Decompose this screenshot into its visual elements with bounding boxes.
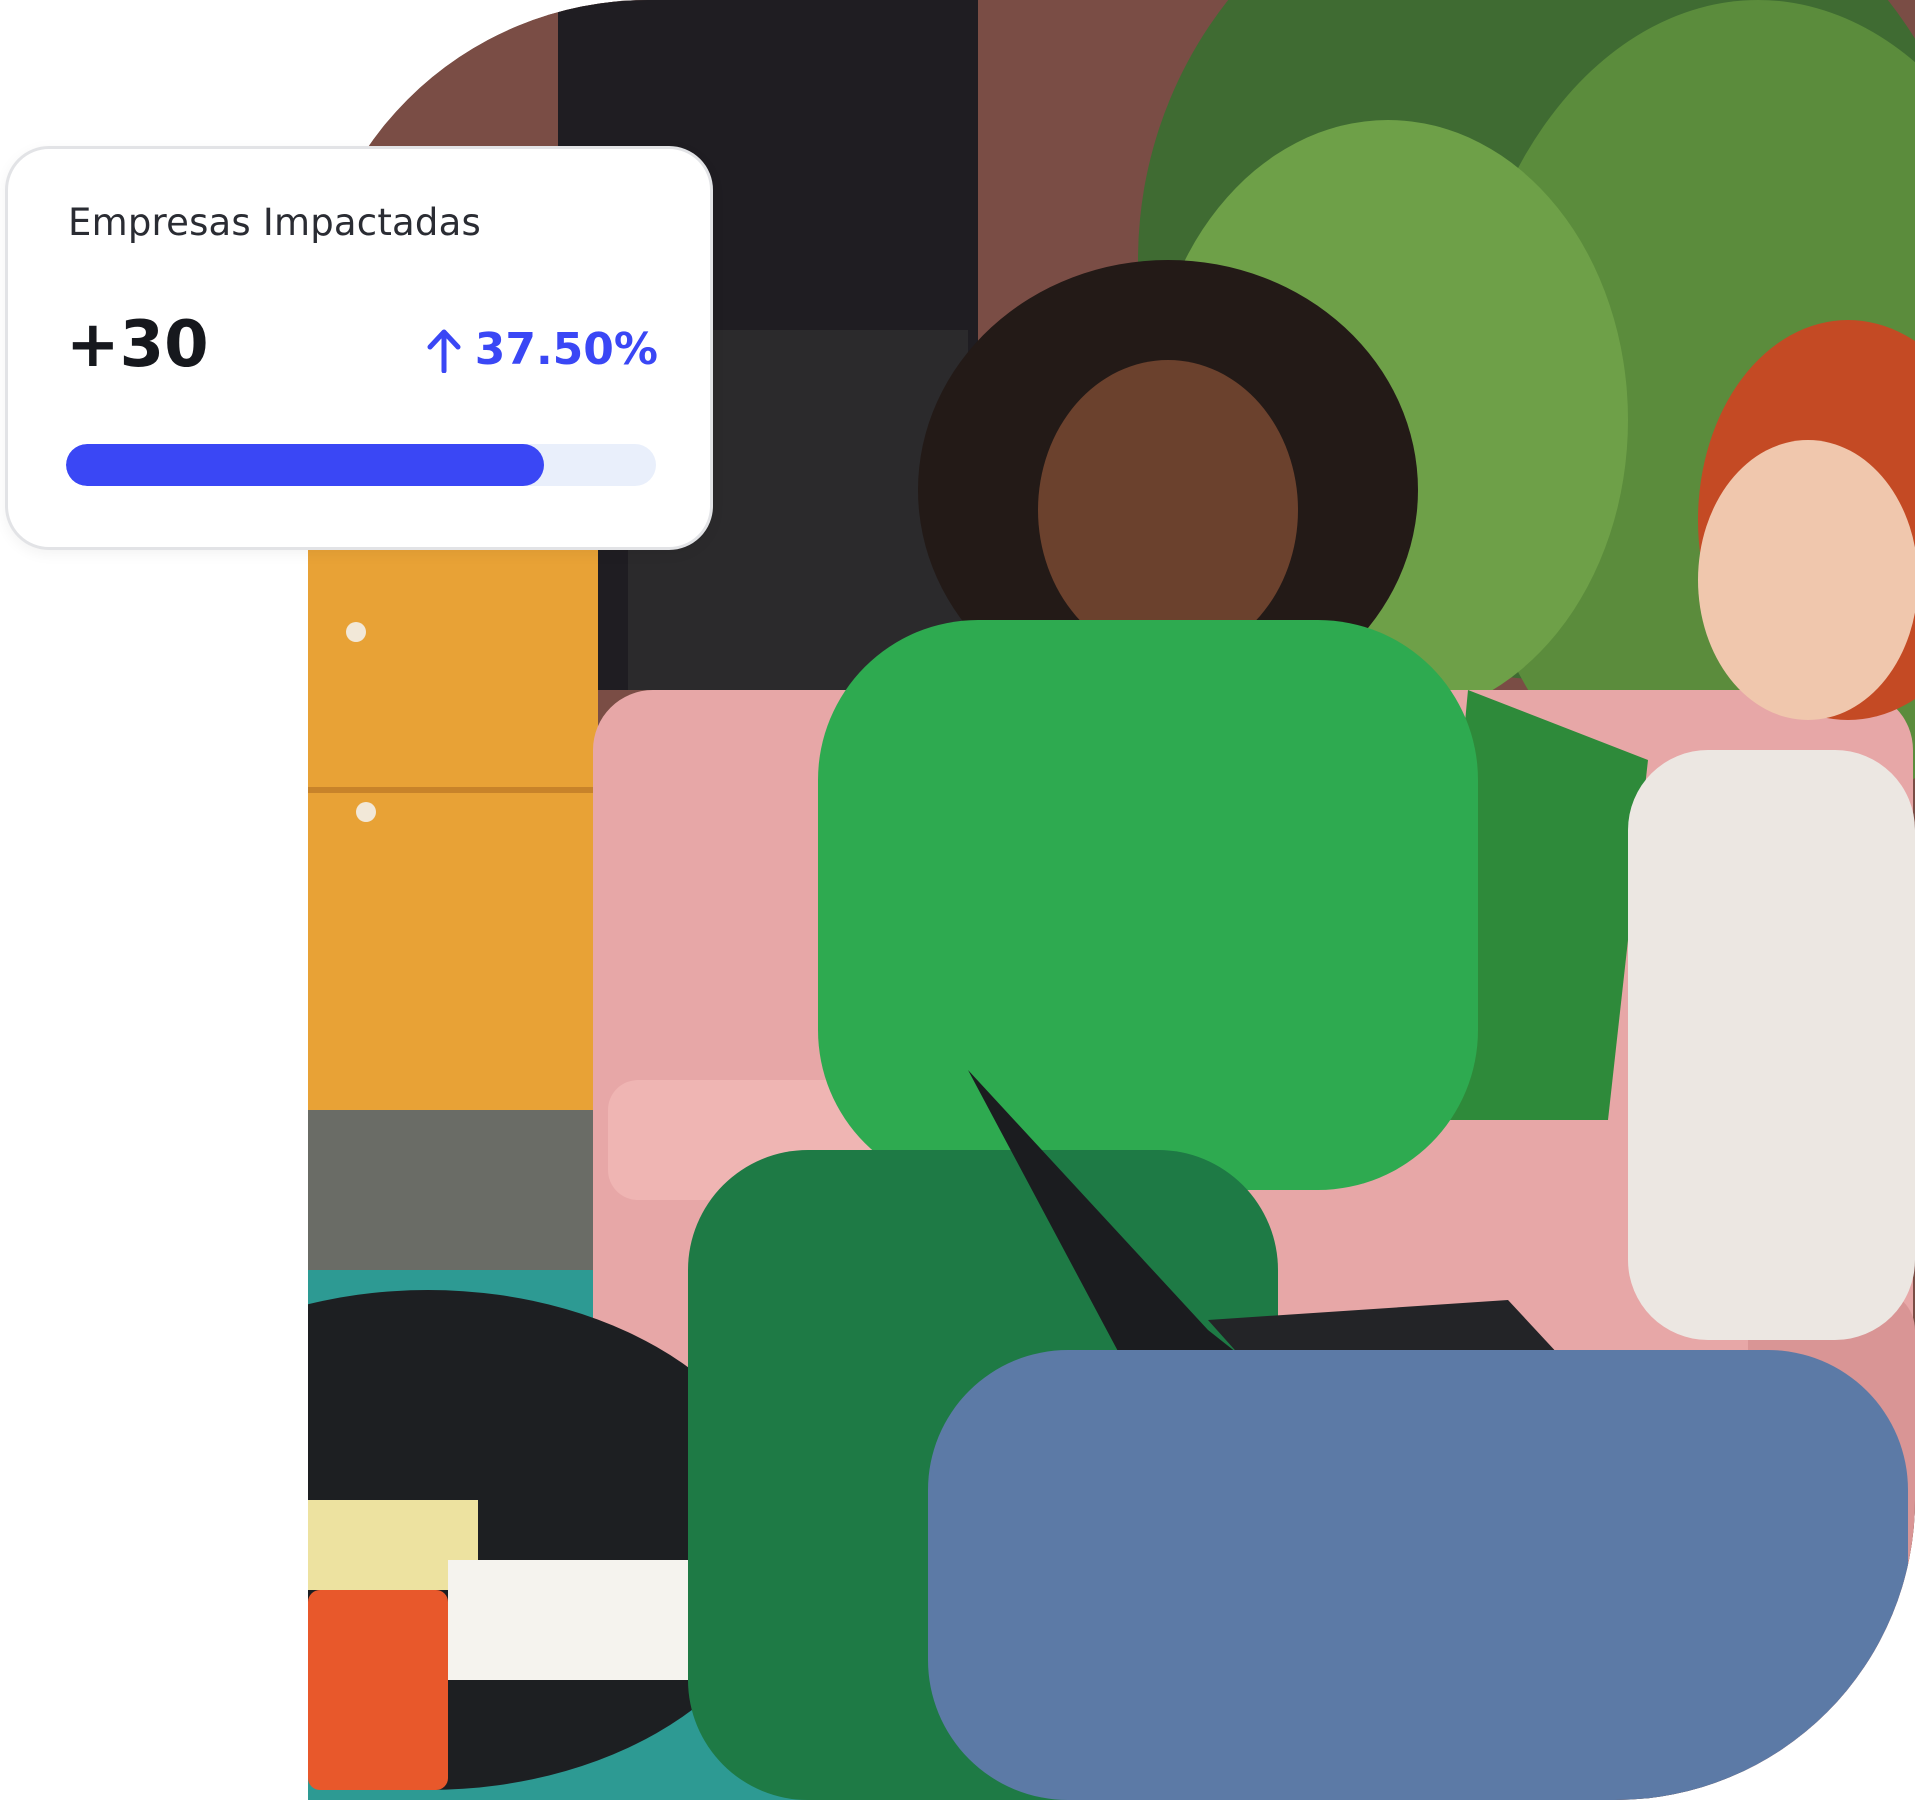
stat-change: 37.50% xyxy=(425,327,658,373)
progress-fill xyxy=(66,444,544,486)
impact-stat-card: Empresas Impactadas +30 37.50% xyxy=(5,146,713,550)
progress-track xyxy=(66,444,656,486)
stat-title: Empresas Impactadas xyxy=(68,201,481,244)
stage: Empresas Impactadas +30 37.50% xyxy=(0,0,1915,1800)
stat-change-percent: 37.50% xyxy=(474,324,658,375)
stat-value: +30 xyxy=(66,308,209,382)
arrow-up-icon xyxy=(427,329,461,373)
